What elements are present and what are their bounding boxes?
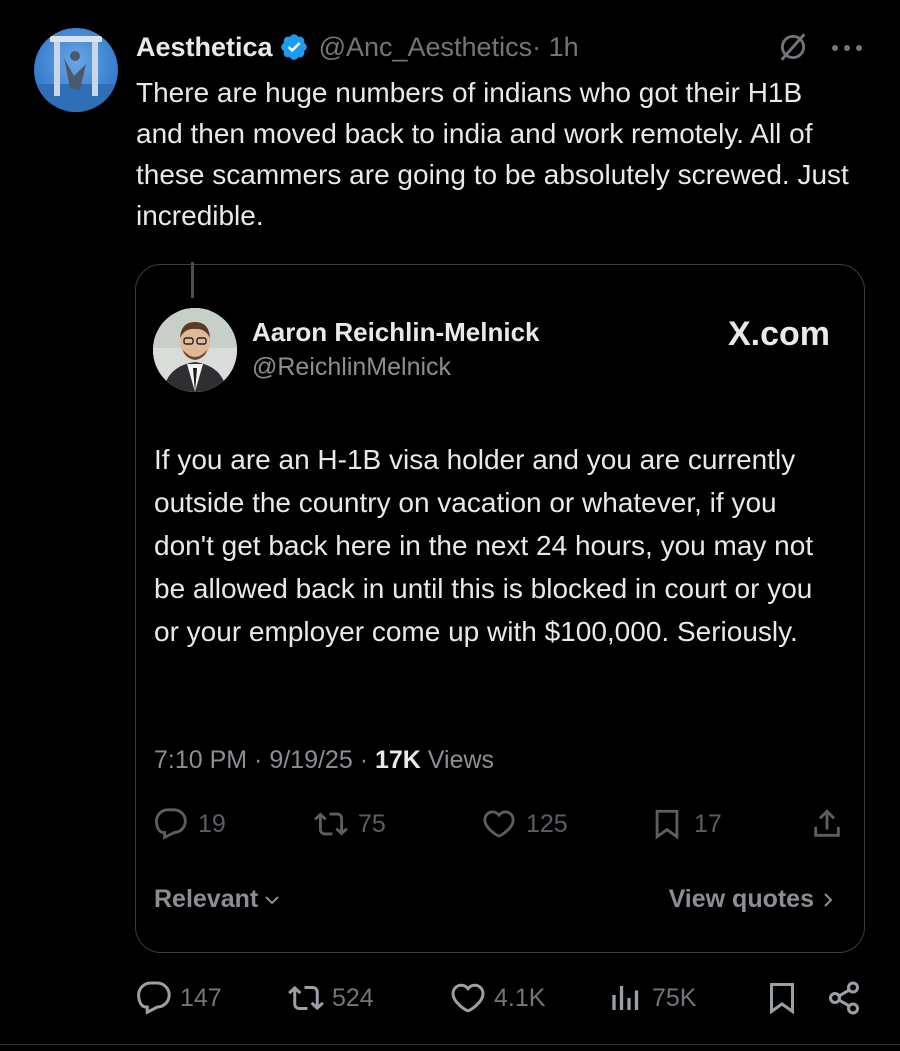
quoted-like-count: 125	[526, 809, 568, 838]
quoted-author-handle[interactable]: @ReichlinMelnick	[252, 353, 451, 382]
divider	[0, 1044, 900, 1045]
bookmark-button[interactable]	[764, 980, 808, 1016]
quoted-post-text: If you are an H-1B visa holder and you a…	[154, 444, 814, 647]
quoted-views-count: 17K	[374, 746, 421, 774]
chevron-right-icon	[824, 892, 833, 907]
quoted-reply-count: 19	[198, 809, 226, 838]
view-quotes-link[interactable]: View quotes	[669, 885, 838, 914]
like-count: 4.1K	[494, 983, 546, 1012]
quoted-post-date: 9/19/25	[269, 746, 353, 774]
reply-count: 147	[180, 983, 222, 1012]
reply-button[interactable]: 147	[136, 980, 222, 1016]
share-icon	[829, 981, 859, 1015]
quoted-author-avatar[interactable]	[153, 308, 237, 392]
author-avatar[interactable]	[34, 28, 118, 112]
post-text: There are huge numbers of indians who go…	[136, 77, 849, 231]
like-button[interactable]: 4.1K	[450, 980, 545, 1016]
bookmark-icon	[655, 809, 679, 840]
chevron-down-icon	[265, 895, 279, 904]
repost-icon	[288, 985, 324, 1011]
post-actions: 147 524 4.1K 75K	[136, 980, 866, 1020]
share-button[interactable]	[826, 980, 870, 1016]
post-header: Aesthetica @Anc_Aesthetics · 1h	[136, 30, 579, 64]
source-label: X.com	[727, 315, 830, 353]
views-count: 75K	[652, 983, 697, 1012]
like-icon	[483, 810, 515, 838]
reply-icon	[137, 981, 171, 1015]
repost-icon	[314, 812, 348, 836]
reply-icon	[155, 808, 187, 840]
view-quotes-label: View quotes	[668, 885, 814, 913]
quoted-views-label: Views	[427, 746, 495, 774]
quoted-repost-button[interactable]: 75	[314, 807, 386, 841]
relevant-label: Relevant	[154, 885, 259, 913]
quoted-reply-button[interactable]: 19	[154, 807, 226, 841]
author-handle[interactable]: @Anc_Aesthetics	[319, 32, 533, 63]
verified-icon	[280, 34, 307, 60]
like-icon	[451, 983, 485, 1013]
grok-icon[interactable]	[776, 30, 810, 64]
post-time[interactable]: · 1h	[532, 32, 579, 63]
share-icon	[814, 809, 840, 837]
quoted-share-button[interactable]	[810, 807, 854, 841]
quoted-post-card[interactable]: Aaron Reichlin-Melnick @ReichlinMelnick …	[135, 264, 865, 953]
quoted-author-name[interactable]: Aaron Reichlin-Melnick	[252, 317, 540, 348]
quoted-like-button[interactable]: 125	[482, 807, 568, 841]
thread-line	[191, 262, 194, 298]
views-icon	[612, 986, 639, 1010]
quoted-bookmark-button[interactable]: 17	[650, 807, 722, 841]
quoted-post-actions: 19 75 125 17	[154, 807, 854, 843]
quoted-repost-count: 75	[358, 809, 386, 838]
relevant-sort-button[interactable]: Relevant	[154, 885, 282, 914]
quoted-post-time: 7:10 PM	[154, 746, 248, 774]
more-icon[interactable]	[830, 44, 864, 52]
author-name[interactable]: Aesthetica	[136, 32, 273, 63]
bookmark-icon	[770, 983, 794, 1015]
repost-button[interactable]: 524	[288, 980, 374, 1016]
quoted-post-meta: 7:10 PM · 9/19/25 · 17K Views	[154, 746, 495, 774]
quoted-bookmark-count: 17	[694, 809, 722, 838]
views-button[interactable]: 75K	[608, 980, 696, 1016]
repost-count: 524	[332, 983, 374, 1012]
